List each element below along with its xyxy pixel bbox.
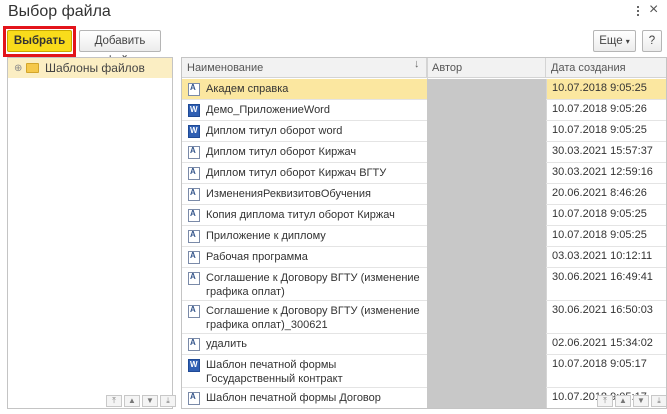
row-date: 03.03.2021 10:12:11 xyxy=(546,247,666,267)
table-row[interactable]: Копия диплома титул оборот Киржач 10.07.2… xyxy=(182,205,666,226)
more-vertical-icon[interactable] xyxy=(633,4,643,22)
column-header-date[interactable]: Дата создания xyxy=(546,58,666,78)
row-date: 20.06.2021 8:46:26 xyxy=(546,184,666,204)
word-icon xyxy=(188,125,200,138)
row-name: Демо_ПриложениеWord xyxy=(206,104,330,116)
table-row[interactable]: Приложение к диплому 10.07.2018 9:05:25 xyxy=(182,226,666,247)
row-name: ИзмененияРеквизитовОбучения xyxy=(206,188,371,200)
table-row[interactable]: Рабочая программа 03.03.2021 10:12:11 xyxy=(182,247,666,268)
tree-item-label: Шаблоны файлов xyxy=(45,61,145,75)
nav-first-icon[interactable]: ⤒ xyxy=(597,395,613,407)
nav-down-icon[interactable]: ▼ xyxy=(633,395,649,407)
table-nav-buttons: ⤒ ▲ ▼ ⤓ xyxy=(597,395,666,407)
word-icon xyxy=(188,104,200,117)
help-button[interactable]: ? xyxy=(642,30,662,52)
row-date: 10.07.2018 9:05:17 xyxy=(546,355,666,387)
folder-icon xyxy=(26,63,39,73)
files-table: Наименование ↓ Автор Дата создания Акаде… xyxy=(181,57,667,409)
column-header-author[interactable]: Автор xyxy=(427,58,546,78)
row-name: Диплом титул оборот Киржач ВГТУ xyxy=(206,167,387,179)
window-title: Выбор файла xyxy=(8,3,111,20)
document-icon xyxy=(188,305,200,318)
more-button[interactable]: Еще ▾ xyxy=(593,30,636,52)
row-name: Шаблон печатной формы Договор авторского xyxy=(206,392,381,408)
document-icon xyxy=(188,83,200,96)
select-button[interactable]: Выбрать xyxy=(7,30,72,52)
row-name: Приложение к диплому xyxy=(206,230,326,242)
folder-tree: ⊕ Шаблоны файлов ⤒ ▲ ▼ ⤓ xyxy=(7,57,176,409)
document-icon xyxy=(188,338,200,351)
row-date: 02.06.2021 15:34:02 xyxy=(546,334,666,354)
document-icon xyxy=(188,188,200,201)
nav-down-icon[interactable]: ▼ xyxy=(142,395,158,407)
word-icon xyxy=(188,359,200,372)
table-header: Наименование ↓ Автор Дата создания xyxy=(182,58,666,78)
row-name: Соглашение к Договору ВГТУ (изменение гр… xyxy=(206,305,420,331)
row-name: Диплом титул оборот Киржач xyxy=(206,146,357,158)
tree-nav-buttons: ⤒ ▲ ▼ ⤓ xyxy=(106,395,176,407)
nav-last-icon[interactable]: ⤓ xyxy=(651,395,666,407)
document-icon xyxy=(188,209,200,222)
table-row[interactable]: ИзмененияРеквизитовОбучения 20.06.2021 8:… xyxy=(182,184,666,205)
table-row[interactable]: удалить 02.06.2021 15:34:02 xyxy=(182,334,666,355)
row-name: Рабочая программа xyxy=(206,251,308,263)
table-row[interactable]: Шаблон печатной формы Государственный ко… xyxy=(182,355,666,388)
table-row[interactable]: Диплом титул оборот Киржач 30.03.2021 15:… xyxy=(182,142,666,163)
more-button-label: Еще xyxy=(599,35,623,47)
nav-last-icon[interactable]: ⤓ xyxy=(160,395,176,407)
document-icon xyxy=(188,392,200,405)
row-name: Шаблон печатной формы Государственный ко… xyxy=(206,359,343,385)
document-icon xyxy=(188,146,200,159)
row-date: 30.03.2021 15:57:37 xyxy=(546,142,666,162)
table-row[interactable]: Диплом титул оборот word 10.07.2018 9:05:… xyxy=(182,121,666,142)
chevron-down-icon: ▾ xyxy=(625,37,630,46)
row-date: 30.06.2021 16:49:41 xyxy=(546,268,666,300)
document-icon xyxy=(188,272,200,285)
table-row[interactable]: Академ справка 10.07.2018 9:05:25 xyxy=(182,79,666,100)
row-date: 30.03.2021 12:59:16 xyxy=(546,163,666,183)
row-date: 10.07.2018 9:05:26 xyxy=(546,100,666,120)
table-row[interactable]: Диплом титул оборот Киржач ВГТУ 30.03.202… xyxy=(182,163,666,184)
nav-first-icon[interactable]: ⤒ xyxy=(106,395,122,407)
author-column-redacted xyxy=(427,79,546,408)
add-file-button[interactable]: Добавить файл xyxy=(79,30,161,67)
close-icon[interactable]: × xyxy=(649,1,658,19)
row-date: 10.07.2018 9:05:25 xyxy=(546,79,666,99)
expand-icon[interactable]: ⊕ xyxy=(14,63,26,74)
table-row[interactable]: Соглашение к Договору ВГТУ (изменение гр… xyxy=(182,268,666,301)
row-name: удалить xyxy=(206,338,248,350)
nav-up-icon[interactable]: ▲ xyxy=(615,395,631,407)
row-date: 10.07.2018 9:05:25 xyxy=(546,121,666,141)
document-icon xyxy=(188,167,200,180)
row-date: 10.07.2018 9:05:25 xyxy=(546,226,666,246)
document-icon xyxy=(188,230,200,243)
document-icon xyxy=(188,251,200,264)
nav-up-icon[interactable]: ▲ xyxy=(124,395,140,407)
tree-item-templates[interactable]: ⊕ Шаблоны файлов xyxy=(8,58,172,78)
row-name: Академ справка xyxy=(206,83,289,95)
row-name: Копия диплома титул оборот Киржач xyxy=(206,209,395,221)
row-name: Диплом титул оборот word xyxy=(206,125,343,137)
table-row[interactable]: Соглашение к Договору ВГТУ (изменение гр… xyxy=(182,301,666,334)
column-header-name[interactable]: Наименование xyxy=(182,58,427,78)
row-name: Соглашение к Договору ВГТУ (изменение гр… xyxy=(206,272,420,298)
row-date: 30.06.2021 16:50:03 xyxy=(546,301,666,333)
table-row[interactable]: Шаблон печатной формы Договор авторского… xyxy=(182,388,666,408)
sort-arrow-icon: ↓ xyxy=(414,58,420,70)
row-date: 10.07.2018 9:05:25 xyxy=(546,205,666,225)
table-row[interactable]: Демо_ПриложениеWord 10.07.2018 9:05:26 xyxy=(182,100,666,121)
